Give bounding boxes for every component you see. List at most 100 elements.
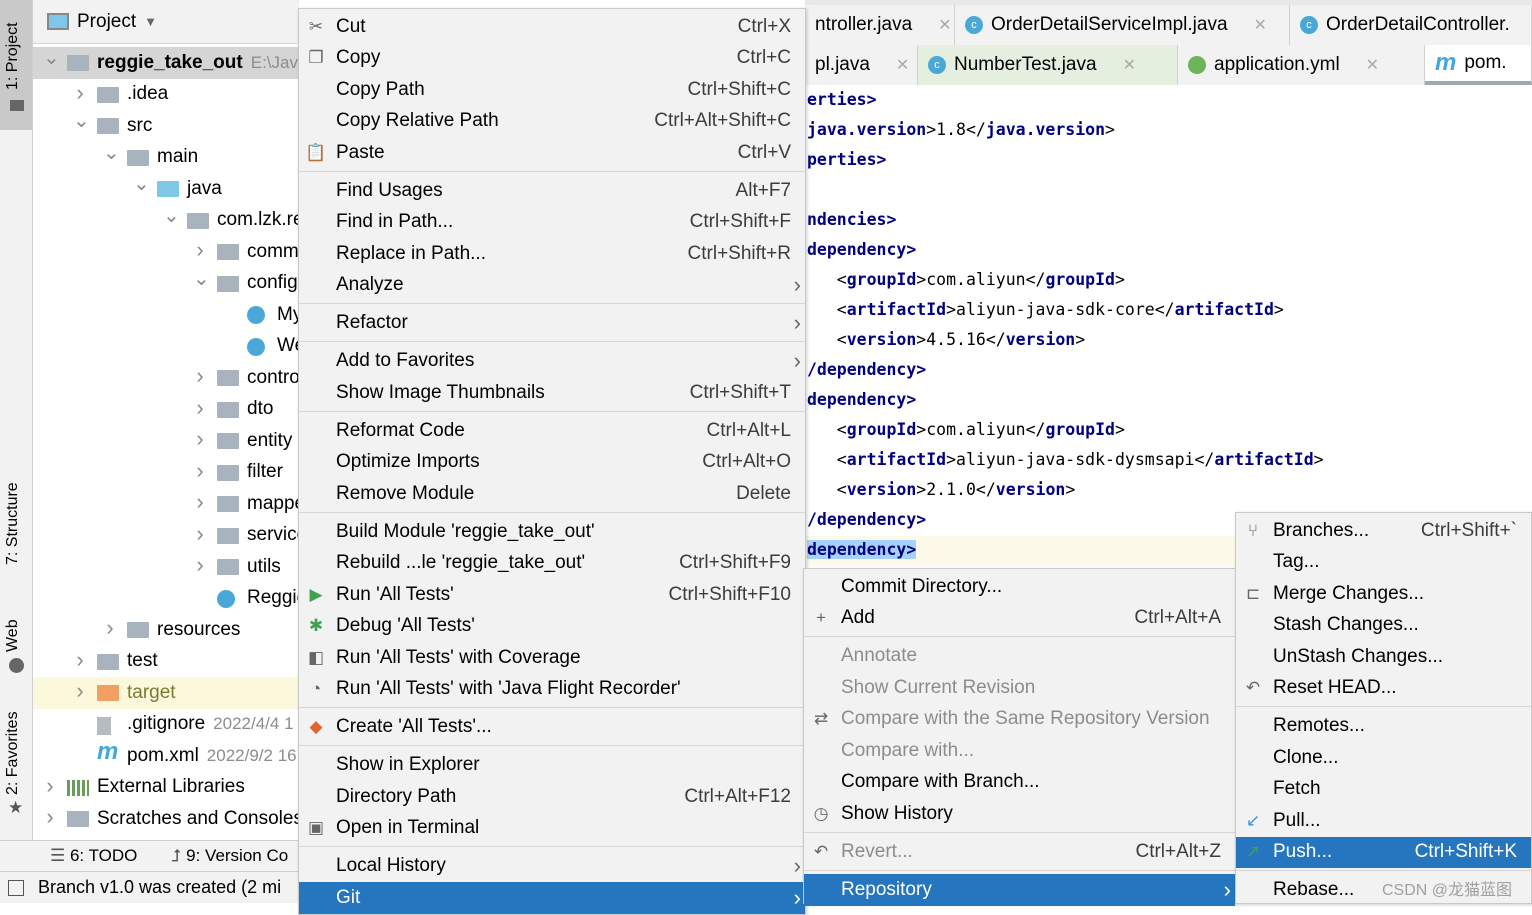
menu-item[interactable]: ⑂ Branches... Ctrl+Shift+` bbox=[1236, 515, 1531, 547]
menu-item[interactable]: Commit Directory... bbox=[804, 571, 1235, 603]
menu-item[interactable]: Copy Path Ctrl+Shift+C bbox=[299, 74, 805, 106]
tree-item[interactable]: We bbox=[33, 331, 299, 363]
tree-item[interactable]: › Scratches and Consoles bbox=[33, 803, 299, 835]
menu-item[interactable]: Add to Favorites › bbox=[299, 346, 805, 378]
tree-item[interactable]: ⌄ com.lzk.re bbox=[33, 205, 299, 237]
tree-item[interactable]: › External Libraries bbox=[33, 772, 299, 804]
close-tab-icon[interactable]: ✕ bbox=[1123, 55, 1136, 75]
chevron-down-icon[interactable]: ⌄ bbox=[73, 108, 90, 133]
chevron-down-icon[interactable]: ⌄ bbox=[103, 140, 120, 165]
chevron-down-icon[interactable]: ⌄ bbox=[193, 266, 210, 291]
tree-item[interactable]: › target bbox=[33, 677, 299, 709]
chevron-right-icon[interactable]: › bbox=[193, 552, 207, 578]
menu-item[interactable]: Copy Relative Path Ctrl+Alt+Shift+C bbox=[299, 106, 805, 138]
editor-tab[interactable]: c OrderDetailServiceImpl.java ✕ bbox=[955, 5, 1290, 45]
code-line[interactable]: ndencies> bbox=[807, 205, 1532, 235]
editor-tab[interactable]: m pom. bbox=[1425, 45, 1532, 85]
code-line[interactable]: perties> bbox=[807, 145, 1532, 175]
tree-item[interactable]: › comm bbox=[33, 236, 299, 268]
close-tab-icon[interactable]: ✕ bbox=[938, 15, 951, 35]
chevron-right-icon[interactable]: › bbox=[193, 489, 207, 515]
tree-item[interactable]: My bbox=[33, 299, 299, 331]
menu-item[interactable]: + Add Ctrl+Alt+A bbox=[804, 603, 1235, 635]
code-line[interactable] bbox=[807, 175, 1532, 205]
menu-item[interactable]: Local History › bbox=[299, 851, 805, 883]
menu-item[interactable]: ◷ Show History bbox=[804, 798, 1235, 830]
menu-item[interactable]: Stash Changes... bbox=[1236, 610, 1531, 642]
tree-item[interactable]: ⌄ main bbox=[33, 142, 299, 174]
close-tab-icon[interactable]: ✕ bbox=[1366, 55, 1379, 75]
close-tab-icon[interactable]: ✕ bbox=[896, 55, 909, 75]
web-tool-label[interactable]: Web bbox=[4, 619, 22, 652]
code-line[interactable]: <version>2.1.0</version> bbox=[807, 475, 1532, 505]
tree-item[interactable]: › service bbox=[33, 520, 299, 552]
chevron-right-icon[interactable]: › bbox=[43, 773, 57, 799]
editor-tab[interactable]: c NumberTest.java ✕ bbox=[918, 45, 1178, 85]
menu-item[interactable]: 📋 Paste Ctrl+V bbox=[299, 137, 805, 169]
menu-item[interactable]: ⊏ Merge Changes... bbox=[1236, 578, 1531, 610]
editor-tab[interactable]: ntroller.java ✕ bbox=[805, 5, 955, 45]
tree-item[interactable]: › dto bbox=[33, 394, 299, 426]
tree-item[interactable]: .gitignore 2022/4/4 1 bbox=[33, 709, 299, 741]
tree-item[interactable]: › filter bbox=[33, 457, 299, 489]
menu-item[interactable]: Remotes... bbox=[1236, 711, 1531, 743]
tree-item[interactable]: Reggie bbox=[33, 583, 299, 615]
menu-item[interactable]: ✱ Debug 'All Tests' bbox=[299, 611, 805, 643]
chevron-right-icon[interactable]: › bbox=[73, 678, 87, 704]
menu-item[interactable]: ◔ Run 'All Tests' with 'Java Flight Recor… bbox=[299, 674, 805, 706]
code-line[interactable]: java.version>1.8</java.version> bbox=[807, 115, 1532, 145]
menu-item[interactable]: Annotate bbox=[804, 641, 1235, 673]
tree-item[interactable]: ⌄ reggie_take_out E:\Java bbox=[33, 47, 299, 79]
menu-item[interactable]: ❐ Copy Ctrl+C bbox=[299, 43, 805, 75]
menu-item[interactable]: ✂ Cut Ctrl+X bbox=[299, 11, 805, 43]
chevron-down-icon[interactable]: ⌄ bbox=[133, 171, 150, 196]
tree-item[interactable]: › resources bbox=[33, 614, 299, 646]
tree-item[interactable]: › entity bbox=[33, 425, 299, 457]
menu-item[interactable]: ◧ Run 'All Tests' with Coverage bbox=[299, 642, 805, 674]
menu-item[interactable]: Git › bbox=[299, 882, 805, 914]
menu-item[interactable]: ▣ Open in Terminal bbox=[299, 813, 805, 845]
version-control-tool-button[interactable]: ⮥ 9: Version Co bbox=[171, 846, 288, 866]
chevron-right-icon[interactable]: › bbox=[73, 80, 87, 106]
status-message[interactable]: Branch v1.0 was created (2 mi bbox=[38, 877, 281, 898]
code-line[interactable]: dependency> bbox=[807, 385, 1532, 415]
chevron-down-icon[interactable]: ⌄ bbox=[43, 45, 60, 70]
menu-item[interactable]: Show Image Thumbnails Ctrl+Shift+T bbox=[299, 377, 805, 409]
tree-item[interactable]: ⌄ java bbox=[33, 173, 299, 205]
code-line[interactable]: <artifactId>aliyun-java-sdk-dysmsapi</ar… bbox=[807, 445, 1532, 475]
menu-item[interactable]: Find Usages Alt+F7 bbox=[299, 175, 805, 207]
menu-item[interactable]: ↗ Push... Ctrl+Shift+K bbox=[1236, 836, 1531, 868]
editor-tab[interactable]: c OrderDetailController. bbox=[1290, 5, 1532, 45]
tree-item[interactable]: › utils bbox=[33, 551, 299, 583]
menu-item[interactable]: ▶ Run 'All Tests' Ctrl+Shift+F10 bbox=[299, 579, 805, 611]
chevron-right-icon[interactable]: › bbox=[193, 426, 207, 452]
chevron-right-icon[interactable]: › bbox=[43, 804, 57, 830]
menu-item[interactable]: Refactor › bbox=[299, 308, 805, 340]
menu-item[interactable]: Compare with Branch... bbox=[804, 767, 1235, 799]
status-toggle-icon[interactable] bbox=[8, 879, 24, 896]
chevron-down-icon[interactable]: ▼ bbox=[144, 14, 157, 29]
menu-item[interactable]: ⇄ Compare with the Same Repository Versio… bbox=[804, 704, 1235, 736]
code-line[interactable]: <version>4.5.16</version> bbox=[807, 325, 1532, 355]
chevron-down-icon[interactable]: ⌄ bbox=[163, 203, 180, 228]
menu-item[interactable]: ↶ Revert... Ctrl+Alt+Z bbox=[804, 836, 1235, 868]
menu-item[interactable]: Repository › bbox=[804, 874, 1235, 906]
structure-tool-label[interactable]: 7: Structure bbox=[4, 482, 22, 565]
menu-item[interactable]: Directory Path Ctrl+Alt+F12 bbox=[299, 781, 805, 813]
chevron-right-icon[interactable]: › bbox=[193, 458, 207, 484]
menu-item[interactable]: Compare with... bbox=[804, 735, 1235, 767]
tree-item[interactable]: › contro bbox=[33, 362, 299, 394]
chevron-right-icon[interactable]: › bbox=[103, 615, 117, 641]
todo-tool-button[interactable]: ☰ 6: TODO bbox=[50, 846, 137, 866]
code-line[interactable]: /dependency> bbox=[807, 355, 1532, 385]
chevron-right-icon[interactable]: › bbox=[193, 521, 207, 547]
chevron-right-icon[interactable]: › bbox=[193, 395, 207, 421]
menu-item[interactable]: Build Module 'reggie_take_out' bbox=[299, 516, 805, 548]
tree-item[interactable]: › test bbox=[33, 646, 299, 678]
menu-item[interactable]: UnStash Changes... bbox=[1236, 641, 1531, 673]
project-view-selector[interactable]: Project bbox=[77, 11, 136, 33]
menu-item[interactable]: ↶ Reset HEAD... bbox=[1236, 673, 1531, 705]
menu-item[interactable]: Rebuild ...le 'reggie_take_out' Ctrl+Shif… bbox=[299, 548, 805, 580]
chevron-right-icon[interactable]: › bbox=[193, 237, 207, 263]
menu-item[interactable]: Tag... bbox=[1236, 547, 1531, 579]
